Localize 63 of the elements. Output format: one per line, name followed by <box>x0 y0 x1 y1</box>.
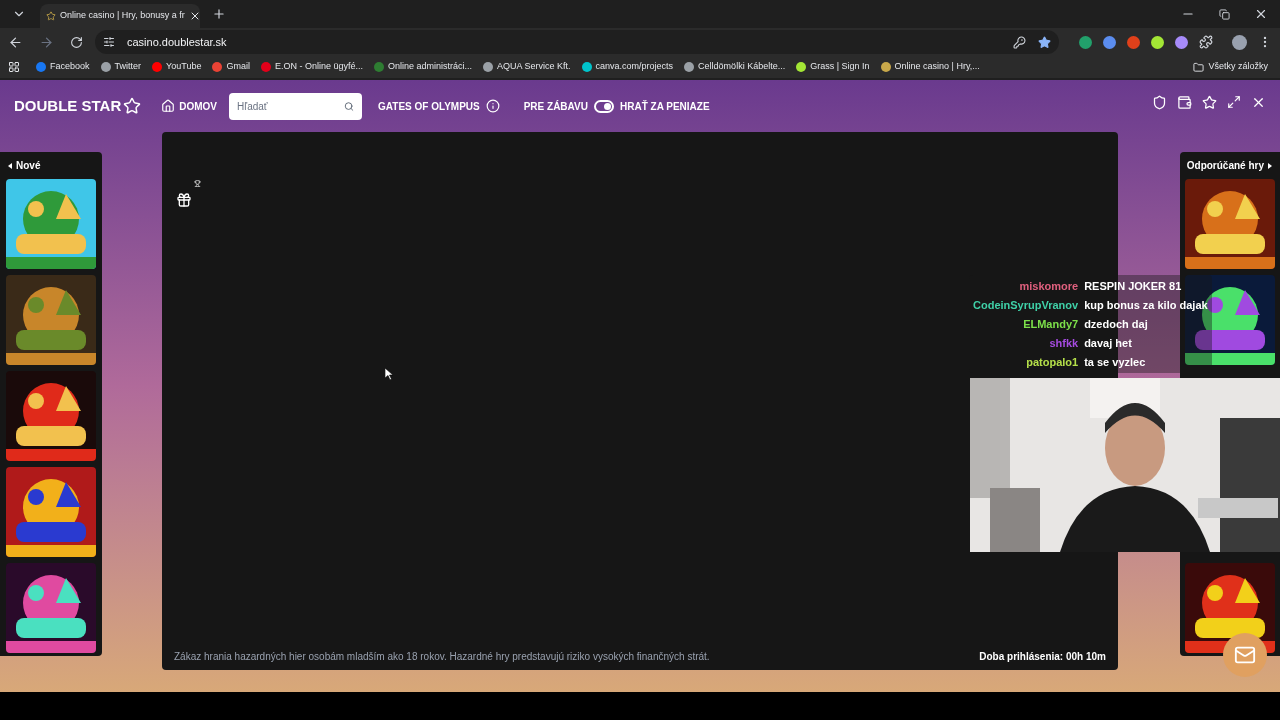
fullscreen-icon[interactable] <box>1227 95 1241 109</box>
bookmark-item[interactable]: Gmail <box>212 60 250 74</box>
star-icon <box>46 11 56 21</box>
restore-icon[interactable] <box>1219 8 1230 20</box>
close-icon[interactable] <box>1254 7 1268 21</box>
profile-avatar[interactable] <box>1232 34 1247 50</box>
mode-label: HRAŤ ZA PENIAZE <box>619 99 710 114</box>
game-title: GATES OF OLYMPUS <box>378 99 480 114</box>
back-icon[interactable] <box>8 34 23 50</box>
extension-icon[interactable] <box>1079 35 1092 49</box>
search-input[interactable]: Hľadať <box>237 98 344 114</box>
session-time: Doba prihlásenia: 00h 10m <box>979 650 1106 664</box>
key-icon[interactable] <box>1013 35 1026 49</box>
gift-icon[interactable] <box>176 192 192 208</box>
caret-right-icon <box>1268 162 1272 169</box>
caret-left-icon <box>8 162 12 169</box>
reload-icon[interactable] <box>69 35 83 49</box>
extension-icon[interactable] <box>1151 35 1164 49</box>
bookmark-item[interactable]: Facebook <box>36 60 90 74</box>
site-settings-icon[interactable] <box>102 36 115 48</box>
cursor-icon <box>385 368 393 380</box>
folder-icon <box>1193 61 1205 73</box>
bookmark-star-icon[interactable] <box>1038 35 1051 49</box>
panel-title[interactable]: Odporúčané hry <box>1186 158 1264 173</box>
info-icon[interactable] <box>485 99 500 113</box>
shield-icon[interactable] <box>1152 94 1167 110</box>
extension-icon[interactable] <box>1103 35 1116 49</box>
wallet-icon[interactable] <box>1177 94 1192 110</box>
bookmark-item[interactable]: Celldömölki Kábelte... <box>684 60 786 74</box>
bookmark-item[interactable]: E.ON - Online ügyfé... <box>260 60 363 74</box>
address-bar[interactable]: casino.doublestar.sk <box>94 30 1059 54</box>
home-link[interactable]: DOMOV <box>161 98 217 114</box>
bookmark-item[interactable]: canva.com/projects <box>581 60 674 74</box>
trophy-icon <box>194 180 201 187</box>
bookmark-item[interactable]: Grass | Sign In <box>796 60 870 74</box>
chat-username: CodeinSyrupVranov <box>973 298 1079 313</box>
all-bookmarks-item[interactable]: Všetky záložky <box>1193 60 1268 74</box>
bookmark-item[interactable]: Online casino | Hry,... <box>880 60 980 74</box>
mode-toggle[interactable] <box>593 99 614 113</box>
mail-button[interactable] <box>1223 633 1267 677</box>
search-field[interactable]: Hľadať <box>229 92 362 120</box>
chat-username: shfkk <box>1049 336 1079 351</box>
logo[interactable]: DOUBLE STAR <box>14 94 142 118</box>
browser-tab[interactable]: Online casino | Hry, bonusy a fr <box>40 4 200 28</box>
extension-icon[interactable] <box>1175 35 1188 49</box>
extensions-icon[interactable] <box>1199 35 1213 49</box>
mode-label: PRE ZÁBAVU <box>523 99 588 114</box>
bookmark-item[interactable]: AQUA Service Kft. <box>483 60 571 74</box>
chat-username: patopalo1 <box>1026 355 1079 370</box>
mail-icon <box>1234 644 1256 666</box>
home-icon <box>161 99 176 113</box>
chat-username: ELMandy7 <box>1023 317 1079 332</box>
bookmark-item[interactable]: Online administráci... <box>374 60 473 74</box>
disclaimer-text: Zákaz hrania hazardných hier osobám mladším ako 18 rokov. Hazardné hry predstavujú riziko vysokých finančných strát. <box>174 650 710 664</box>
search-icon[interactable] <box>343 100 354 112</box>
panel-title[interactable]: Nové <box>16 158 41 173</box>
forward-icon[interactable] <box>39 34 54 50</box>
star-icon[interactable] <box>1202 94 1217 110</box>
apps-icon[interactable] <box>8 61 20 73</box>
new-tab-icon[interactable] <box>212 7 226 21</box>
bookmark-item[interactable]: YouTube <box>152 60 202 74</box>
chat-username: miskomore <box>1019 279 1079 294</box>
bookmark-item[interactable]: Twitter <box>100 60 142 74</box>
